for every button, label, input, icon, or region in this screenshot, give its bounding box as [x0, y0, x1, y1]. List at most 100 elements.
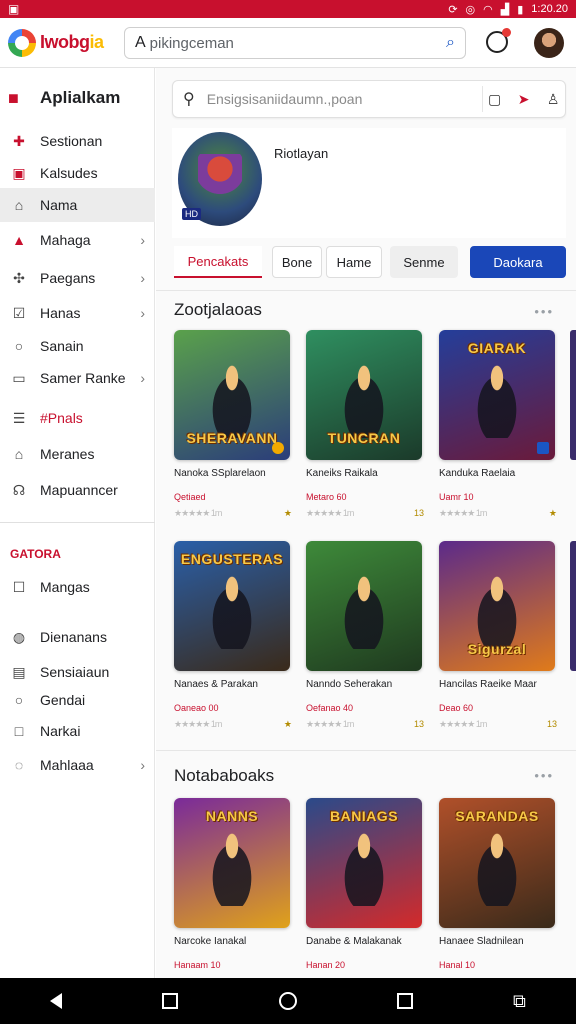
game-card[interactable]: BANIAGS Danabe & Malakanak Hanan 20	[306, 798, 424, 970]
system-navigation-bar: ⧉	[0, 978, 576, 1024]
controller-icon: ✣	[13, 269, 25, 286]
game-character-figure	[202, 358, 262, 438]
sidebar-item-sestionan[interactable]: ✚ Sestionan	[0, 124, 155, 158]
chip-senme[interactable]: Senme	[390, 246, 458, 278]
game-cover-art[interactable]: NANNS	[174, 798, 290, 928]
sidebar-item-meranes[interactable]: ⌂ Meranes	[0, 437, 155, 471]
next-card-peek[interactable]	[570, 541, 576, 671]
sidebar-item-samer-ranke[interactable]: ▭ Samer Ranke ›	[0, 361, 155, 395]
game-cover-caption: Sigurzal	[467, 641, 527, 657]
sidebar-item-kalsudes[interactable]: ▣ Kalsudes	[0, 156, 155, 190]
rating-stars-icon: ★★★★★ 1m	[174, 508, 222, 518]
sidebar-item-nama[interactable]: ⌂ Nama	[0, 188, 155, 222]
sidebar-title[interactable]: ■ Aplialkam	[8, 88, 120, 108]
share-arrow-icon[interactable]: ➤	[512, 86, 536, 112]
notification-bell-icon[interactable]	[486, 28, 511, 53]
chip-hame[interactable]: Hame	[326, 246, 382, 278]
sidebar-item-dienanans[interactable]: ◍ Dienanans	[0, 620, 155, 654]
back-icon[interactable]	[50, 993, 63, 1009]
game-card[interactable]: SARANDAS Hanaee Sladnilean Hanal 10	[439, 798, 557, 970]
overview-icon[interactable]	[396, 993, 413, 1009]
game-subtitle: Hanaam 10	[174, 960, 221, 970]
game-badge-icon	[537, 442, 549, 454]
game-cover-caption: BANIAGS	[329, 808, 399, 824]
game-cover-art[interactable]: SHERAVANN	[174, 330, 290, 460]
avatar[interactable]	[534, 28, 564, 58]
game-cover-caption: GIARAK	[467, 340, 527, 356]
game-character-figure	[334, 358, 394, 438]
filter-icon[interactable]: ▢	[482, 86, 506, 112]
game-cover-art[interactable]: ENGUSTERAS	[174, 541, 290, 671]
section-title: Notababoaks	[174, 766, 275, 785]
top-search-input[interactable]: A pikingceman ⌕	[124, 27, 466, 59]
sidebar-item-paegans[interactable]: ✣ Paegans ›	[0, 261, 155, 295]
more-options-icon[interactable]: •••	[534, 304, 554, 319]
game-card[interactable]: SHERAVANN Nanoka SSplarelaon Qetiaed ★★★…	[174, 330, 292, 519]
game-cover-art[interactable]: BANIAGS	[306, 798, 422, 928]
game-cover-art[interactable]: Sigurzal	[439, 541, 555, 671]
section-divider	[156, 750, 576, 751]
game-subtitle: Qetiaed	[174, 492, 206, 502]
sidebar-item-mahlaaa[interactable]: ◌ Mahlaaa ›	[0, 748, 155, 782]
chevron-right-icon: ›	[140, 270, 145, 286]
sidebar: ■ Aplialkam ✚ Sestionan ▣ Kalsudes ⌂ Nam…	[0, 68, 155, 978]
game-card[interactable]: ENGUSTERAS Nanaes & Parakan Oaneao 00 ★★…	[174, 541, 292, 730]
sidebar-item-gendai[interactable]: ○ Gendai	[0, 683, 155, 717]
profile-icon[interactable]: ♙	[541, 86, 565, 112]
rating-stars-icon: ★★★★★ 1m	[306, 719, 354, 729]
chevron-right-icon: ›	[140, 305, 145, 321]
game-card[interactable]: GIARAK Kanduka Raelaia Uamr 10 ★★★★★ 1m ★	[439, 330, 557, 519]
search-icon[interactable]: ⌕	[446, 34, 455, 52]
game-name: Hanaee Sladnilean	[439, 936, 524, 947]
game-card[interactable]: TUNCRAN Kaneiks Raikala Metaro 60 ★★★★★ …	[306, 330, 424, 519]
sidebar-item-mapuanncer[interactable]: ☊ Mapuanncer	[0, 473, 155, 507]
store-search-input[interactable]: ⚲ Ensigsisaniidaumn.,poan ▢ ➤ ♙	[172, 80, 566, 118]
game-cover-caption: TUNCRAN	[327, 430, 401, 446]
sidebar-item-mahaga[interactable]: ▲ Mahaga ›	[0, 223, 155, 257]
house-icon: ⌂	[14, 446, 24, 462]
square-icon: □	[14, 723, 24, 739]
rating-stars-icon: ★★★★★ 1m	[174, 719, 222, 729]
sidebar-item-sanain[interactable]: ○ Sanain	[0, 329, 155, 363]
game-card[interactable]: Nanndo Seherakan Oefanao 40 ★★★★★ 1m 13	[306, 541, 424, 730]
game-character-figure	[467, 569, 527, 649]
chip-pencakats[interactable]: Pencakats	[174, 246, 262, 278]
game-name: Kanduka Raelaia	[439, 468, 516, 479]
more-options-icon[interactable]: •••	[534, 768, 554, 783]
game-character-figure	[334, 826, 394, 906]
apps-bag-icon: ■	[8, 88, 19, 108]
sidebar-item-pnals[interactable]: ☰ #Pnals	[0, 401, 155, 435]
next-card-peek[interactable]	[570, 330, 576, 460]
building-icon: ▤	[12, 663, 26, 680]
featured-banner[interactable]: HD Riotlayan	[172, 128, 566, 238]
card-icon: ▭	[12, 369, 26, 386]
top-app-bar: Iwobgia A pikingceman ⌕	[0, 18, 576, 68]
game-cover-art[interactable]: TUNCRAN	[306, 330, 422, 460]
logo-mark-icon	[8, 28, 36, 57]
gift-icon: ✚	[13, 132, 25, 149]
game-cover-art[interactable]	[306, 541, 422, 671]
switch-app-icon[interactable]: ⧉	[513, 991, 526, 1012]
sidebar-divider	[0, 522, 155, 523]
game-character-figure	[467, 826, 527, 906]
game-cover-art[interactable]: GIARAK	[439, 330, 555, 460]
chevron-right-icon: ›	[140, 370, 145, 386]
home-button-icon[interactable]	[278, 992, 297, 1010]
sidebar-item-mangas[interactable]: ☐ Mangas	[0, 570, 155, 604]
battery-icon: ▮	[517, 3, 524, 16]
game-meta: ★★★★★ 1m 13	[306, 508, 424, 518]
game-subtitle: Uamr 10	[439, 492, 474, 502]
game-subtitle: Deao 60	[439, 703, 474, 713]
app-logo[interactable]: Iwobgia	[8, 28, 118, 57]
sync-icon: ⟳	[448, 3, 458, 16]
game-card[interactable]: Sigurzal Hancilas Raeike Maar Deao 60 ★★…	[439, 541, 557, 730]
box-icon: ☐	[12, 578, 26, 595]
game-card[interactable]: NANNS Narcoke Ianakal Hanaam 10	[174, 798, 292, 970]
recents-icon[interactable]	[162, 993, 179, 1009]
sidebar-item-narkai[interactable]: □ Narkai	[0, 714, 155, 748]
chip-daokara[interactable]: Daokara	[470, 246, 566, 278]
game-subtitle: Metaro 60	[306, 492, 347, 502]
game-cover-art[interactable]: SARANDAS	[439, 798, 555, 928]
chip-bone[interactable]: Bone	[272, 246, 322, 278]
sidebar-item-hanas[interactable]: ☑ Hanas ›	[0, 296, 155, 330]
